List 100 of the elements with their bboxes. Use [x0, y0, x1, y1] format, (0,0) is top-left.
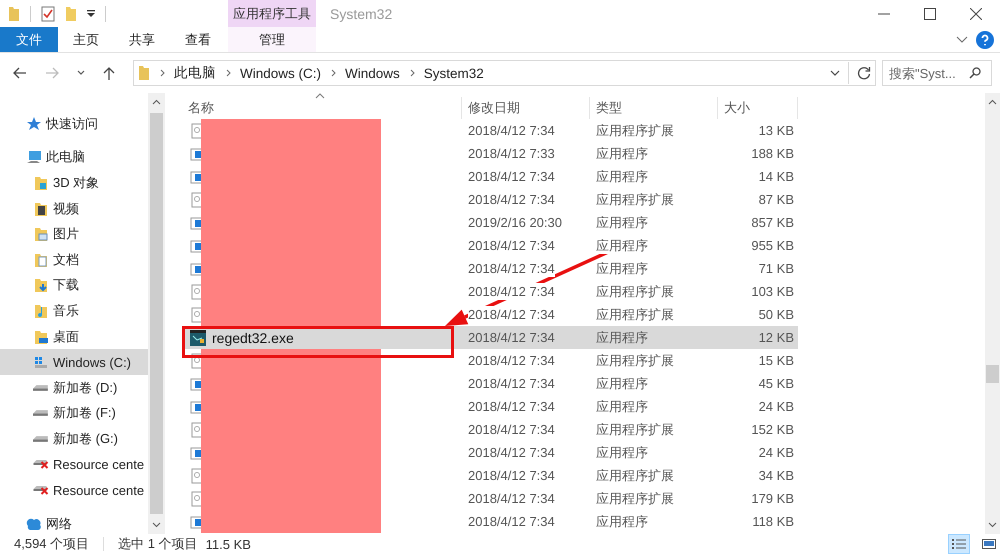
- large-icons-view-icon: [982, 538, 996, 550]
- details-view-icon: [952, 538, 966, 550]
- sidebar-item[interactable]: 快速访问: [0, 111, 148, 137]
- picture-folder-icon: [33, 226, 49, 242]
- chevron-icon[interactable]: [226, 69, 232, 77]
- sidebar-item[interactable]: Resource cente: [0, 452, 148, 478]
- search-field[interactable]: 搜索"Syst...: [889, 66, 969, 80]
- sidebar-item[interactable]: Windows (C:): [0, 349, 148, 375]
- document-icon: [33, 252, 49, 268]
- ribbon-tab[interactable]: 文件: [0, 27, 58, 52]
- type-cell: 应用程序: [596, 374, 648, 392]
- drive-icon: [33, 436, 49, 442]
- selection-size: 11.5 KB: [206, 536, 251, 552]
- sidebar-item[interactable]: 图片: [0, 221, 148, 247]
- scroll-thumb[interactable]: [150, 113, 163, 514]
- up-arrow-icon[interactable]: [103, 66, 115, 80]
- date-cell: 2018/4/12 7:34: [468, 283, 555, 300]
- recent-locations-icon[interactable]: [77, 70, 85, 76]
- system-drive-icon: [33, 354, 49, 370]
- size-cell-text: 188 KB: [750, 146, 795, 161]
- sidebar-item[interactable]: 新加卷 (D:): [0, 374, 148, 401]
- window-title: System32: [330, 6, 392, 22]
- size-cell-text: 14 KB: [758, 169, 795, 184]
- breadcrumb[interactable]: Windows (C:): [240, 66, 322, 80]
- star-icon: [26, 116, 42, 132]
- scroll-down-icon[interactable]: [988, 522, 997, 528]
- properties-icon[interactable]: [41, 6, 55, 22]
- context-tab-group: 应用程序工具: [228, 0, 316, 27]
- size-cell-text: 13 KB: [758, 123, 795, 138]
- drive-icon: [33, 384, 49, 391]
- file-row[interactable]: regedt32.exe 2018/4/12 7:34 应用程序 12 KB: [182, 326, 798, 349]
- sidebar-item[interactable]: 新加卷 (F:): [0, 400, 148, 426]
- type-cell: 应用程序: [596, 214, 648, 230]
- sidebar-item[interactable]: 网络: [0, 510, 148, 536]
- chevron-icon[interactable]: [160, 69, 166, 77]
- scroll-thumb[interactable]: [986, 365, 999, 383]
- cube-icon: [33, 174, 49, 191]
- sidebar-item[interactable]: Resource cente: [0, 477, 148, 503]
- back-arrow-icon[interactable]: [13, 67, 27, 79]
- type-cell: 应用程序扩展: [596, 190, 674, 208]
- sidebar-item[interactable]: 桌面: [0, 324, 148, 350]
- desktop-icon: [33, 328, 49, 345]
- item-count: 4,594 个项目: [14, 535, 90, 553]
- type-cell: 应用程序: [596, 260, 648, 276]
- scroll-up-icon[interactable]: [152, 99, 161, 105]
- selection-count: 选中 1 个项目: [118, 535, 198, 553]
- chevron-icon[interactable]: [410, 69, 416, 77]
- address-bar[interactable]: 此电脑 Windows (C:) Windows System32: [133, 60, 876, 86]
- type-cell: 应用程序扩展: [596, 490, 674, 506]
- sidebar-item[interactable]: 新加卷 (G:): [0, 426, 148, 452]
- help-icon[interactable]: [976, 30, 994, 48]
- ribbon-tab[interactable]: 共享: [114, 27, 170, 52]
- details-view-button[interactable]: [948, 534, 970, 554]
- size-cell-text: 50 KB: [758, 307, 795, 322]
- type-cell: 应用程序扩展: [596, 352, 674, 368]
- size-cell-text: 103 KB: [750, 284, 795, 299]
- expand-ribbon-icon[interactable]: [956, 36, 968, 44]
- type-cell: 应用程序扩展: [596, 466, 674, 484]
- type-cell: 应用程序: [596, 168, 648, 184]
- scroll-down-icon[interactable]: [152, 522, 161, 528]
- scroll-up-icon[interactable]: [988, 99, 997, 105]
- sidebar-item[interactable]: 文档: [0, 246, 148, 273]
- ribbon-tab[interactable]: 管理: [228, 27, 316, 52]
- dropdown-icon[interactable]: [830, 70, 840, 76]
- sidebar-item[interactable]: 下载: [0, 272, 148, 298]
- close-icon[interactable]: [970, 8, 982, 20]
- sidebar-item[interactable]: 此电脑: [0, 144, 148, 170]
- customize-dropdown-icon[interactable]: [87, 10, 95, 18]
- scrollbar[interactable]: [985, 93, 1000, 534]
- breadcrumb[interactable]: System32: [424, 66, 484, 80]
- size-cell-text: 152 KB: [750, 422, 795, 437]
- drive-icon: [33, 410, 49, 416]
- ribbon-tab[interactable]: 查看: [170, 27, 226, 52]
- type-cell: 应用程序扩展: [596, 122, 674, 138]
- sidebar-item[interactable]: 音乐: [0, 298, 148, 324]
- scrollbar[interactable]: [148, 93, 165, 534]
- breadcrumb[interactable]: Windows: [345, 66, 400, 80]
- network-drive-icon: [33, 460, 49, 470]
- type-cell: 应用程序: [596, 328, 648, 346]
- type-cell: 应用程序: [596, 512, 648, 530]
- download-icon: [33, 277, 49, 294]
- type-cell: 应用程序: [596, 398, 648, 414]
- type-cell: 应用程序扩展: [596, 282, 674, 300]
- size-cell-text: 857 KB: [750, 215, 795, 230]
- ribbon-tab[interactable]: 主页: [58, 27, 114, 52]
- pc-icon: [26, 149, 42, 166]
- sidebar-item[interactable]: 3D 对象: [0, 170, 148, 196]
- column-header[interactable]: 类型: [590, 97, 718, 119]
- column-header[interactable]: 大小: [718, 97, 798, 119]
- chevron-icon[interactable]: [331, 69, 338, 77]
- search-icon: [969, 67, 981, 79]
- breadcrumb[interactable]: 此电脑: [174, 64, 216, 82]
- size-cell-text: 34 KB: [758, 468, 795, 483]
- refresh-icon[interactable]: [857, 66, 871, 80]
- search-box[interactable]: 搜索"Syst...: [882, 60, 992, 86]
- size-cell-text: 24 KB: [758, 445, 795, 460]
- maximize-icon[interactable]: [924, 8, 936, 20]
- column-header[interactable]: 修改日期: [462, 97, 590, 119]
- sidebar-item[interactable]: 视频: [0, 196, 148, 222]
- sort-ascending-icon: [315, 93, 325, 99]
